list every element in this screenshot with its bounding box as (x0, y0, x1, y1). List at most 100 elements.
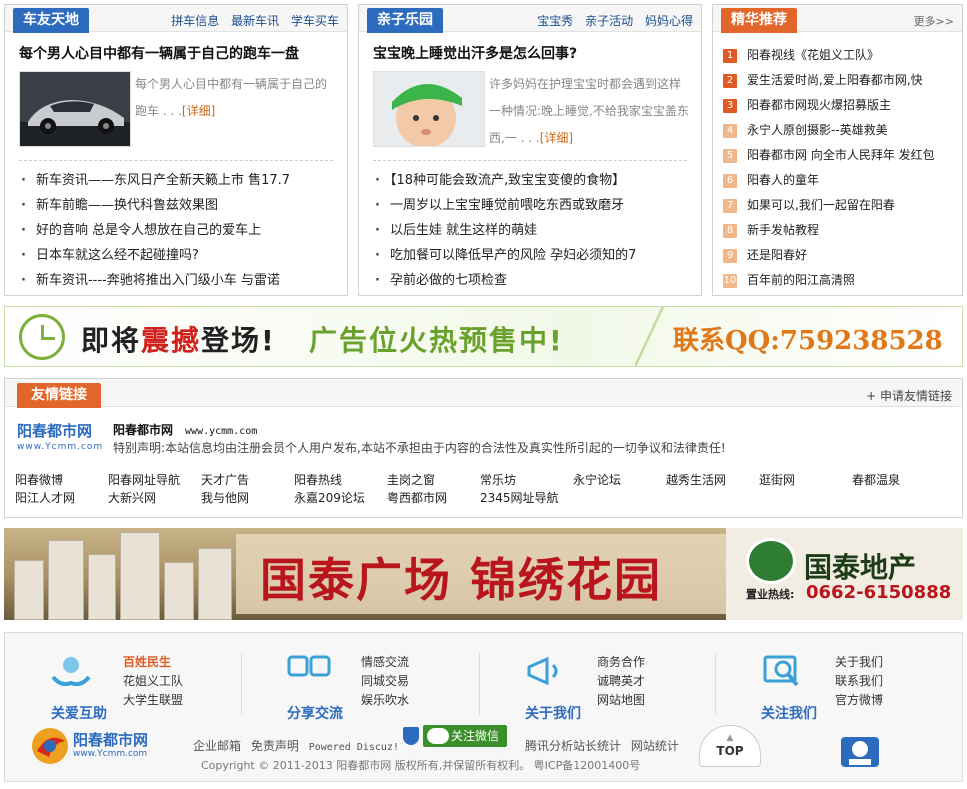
footer-link[interactable]: 花姐义工队 (123, 672, 183, 691)
building-shape (198, 548, 232, 620)
footer-link[interactable]: 联系我们 (835, 672, 883, 691)
friend-link[interactable]: 阳春微博 (15, 471, 108, 488)
list-item[interactable]: 好的音响 总是令人想放在自己的爱车上 (19, 218, 290, 243)
ad-coming-text: 即将震撼登场! (81, 324, 276, 357)
car-summary: 每个男人心目中都有一辆属于自己的跑车 . . .[详细] (135, 77, 328, 118)
car-panel-tab[interactable]: 车友天地 (13, 8, 89, 33)
ad-realestate-title: 国泰广场 锦绣花园 (260, 553, 663, 607)
parent-link-activities[interactable]: 亲子活动 (585, 14, 633, 28)
list-item[interactable]: 8 新手发帖教程 (723, 218, 935, 243)
friend-link[interactable]: 阳春热线 (294, 471, 387, 488)
featured-more-link[interactable]: 更多>> (914, 13, 954, 29)
ad-hotline-number: 0662-6150888 (806, 582, 952, 603)
list-item[interactable]: 2 爱生活爱时尚,爱上阳春都市网,快 (723, 68, 935, 93)
friend-link[interactable]: 2345网址导航 (480, 489, 573, 506)
footer-link[interactable]: 诚聘英才 (597, 672, 645, 691)
disclaimer-link[interactable]: 免责声明 (251, 739, 299, 753)
site-name: 阳春都市网 www.ycmm.com (113, 423, 258, 437)
friend-link[interactable]: 永嘉209论坛 (294, 489, 387, 506)
friend-link[interactable]: 逛街网 (759, 471, 852, 488)
back-to-top-button[interactable]: ▲ TOP (699, 725, 761, 767)
friend-link[interactable]: 永宁论坛 (573, 471, 666, 488)
ad-banner-presale[interactable]: 即将震撼登场! 广告位火热预售中! 联系QQ:759238528 (4, 306, 963, 367)
footer-logo-url: www.Ycmm.com (73, 749, 148, 759)
helping-hands-icon (51, 657, 91, 687)
car-thumbnail[interactable] (19, 71, 131, 147)
list-item[interactable]: 一周岁以上宝宝睡觉前喂吃东西或致磨牙 (373, 193, 636, 218)
list-item[interactable]: 吃加餐可以降低早产的风险 孕妇必须知的7 (373, 243, 636, 268)
footer-link[interactable]: 网站地图 (597, 691, 645, 710)
baby-thumbnail[interactable] (373, 71, 485, 147)
friend-link[interactable]: 越秀生活网 (666, 471, 759, 488)
site-logo[interactable]: 阳春都市网 www.Ycmm.com (17, 423, 103, 455)
list-item[interactable]: 5 阳春都市网 向全市人民拜年 发红包 (723, 143, 935, 168)
list-item[interactable]: 孕前必做的七项检查 (373, 268, 636, 293)
list-item[interactable]: 新车资讯——东风日产全新天籁上市 售17.7 (19, 168, 290, 193)
car-headline[interactable]: 每个男人心目中都有一辆属于自己的跑车一盘 (19, 43, 299, 63)
powered-by-link[interactable]: Powered Discuz! (309, 742, 399, 753)
footer-link[interactable]: 官方微博 (835, 691, 883, 710)
footer-link[interactable]: 大学生联盟 (123, 691, 183, 710)
footer-links: 情感交流 同城交易 娱乐吹水 (361, 653, 409, 710)
list-item[interactable]: 6 阳春人的童年 (723, 168, 935, 193)
footer-group-label[interactable]: 关爱互助 (51, 703, 107, 723)
list-item[interactable]: 9 还是阳春好 (723, 243, 935, 268)
divider (241, 653, 242, 715)
rank-badge: 6 (723, 173, 737, 188)
list-item[interactable]: 7 如果可以,我们一起留在阳春 (723, 193, 935, 218)
security-shield-icon[interactable] (403, 727, 419, 745)
footer-link[interactable]: 关于我们 (835, 653, 883, 672)
ad-banner-realestate[interactable]: 国泰广场 锦绣花园 国泰地产 置业热线: 0662-6150888 (4, 528, 963, 620)
featured-panel-tab[interactable]: 精华推荐 (721, 8, 797, 33)
friend-link[interactable]: 常乐坊 (480, 471, 573, 488)
friend-link[interactable]: 圭岗之窗 (387, 471, 480, 488)
disclaimer-text: 特别声明:本站信息均由注册会员个人用户发布,本站不承担由于内容的合法性及真实性所… (113, 441, 726, 455)
footer-group-label[interactable]: 关注我们 (761, 703, 817, 723)
friend-link[interactable]: 大新兴网 (108, 489, 201, 506)
follow-wechat-button[interactable]: 关注微信 (423, 725, 507, 747)
list-item[interactable]: 10 百年前的阳江高清照 (723, 268, 935, 293)
car-panel: 车友天地 拼车信息 最新车讯 学车买车 每个男人心目中都有一辆属于自己的跑车一盘… (4, 4, 348, 296)
parent-panel-tab[interactable]: 亲子乐园 (367, 8, 443, 33)
ad-presale-text: 广告位火热预售中! (309, 324, 564, 357)
tencent-stats-link[interactable]: 腾讯分析站长统计 (525, 739, 621, 753)
friend-link[interactable]: 天才广告 (201, 471, 294, 488)
enterprise-mail-link[interactable]: 企业邮箱 (193, 739, 241, 753)
footer-logo[interactable]: 阳春都市网 www.Ycmm.com (29, 725, 174, 767)
friend-link[interactable]: 春都温泉 (852, 471, 945, 488)
friend-link[interactable]: 阳春网址导航 (108, 471, 201, 488)
copyright-text: Copyright © 2011-2013 阳春都市网 版权所有,并保留所有权利… (201, 759, 641, 772)
list-item[interactable]: 以后生娃 就生这样的萌娃 (373, 218, 636, 243)
footer-group-label[interactable]: 分享交流 (287, 703, 343, 723)
list-item[interactable]: 【18种可能会致流产,致宝宝变傻的食物】 (373, 168, 636, 193)
parent-headline[interactable]: 宝宝晚上睡觉出汗多是怎么回事? (373, 43, 577, 63)
parent-link-baby-show[interactable]: 宝宝秀 (537, 14, 573, 28)
parent-more-link[interactable]: [详细] (540, 131, 573, 145)
list-item[interactable]: 新车前瞻——换代科鲁兹效果图 (19, 193, 290, 218)
parent-link-tips[interactable]: 妈妈心得 (645, 14, 693, 28)
footer-link[interactable]: 商务合作 (597, 653, 645, 672)
footer-link[interactable]: 情感交流 (361, 653, 409, 672)
list-item[interactable]: 4 永宁人原创摄影--英雄救美 (723, 118, 935, 143)
car-link-learn[interactable]: 学车买车 (291, 14, 339, 28)
footer-link[interactable]: 同城交易 (361, 672, 409, 691)
clock-icon (19, 314, 65, 360)
footer-link[interactable]: 百姓民生 (123, 653, 183, 672)
friend-link[interactable]: 阳江人才网 (15, 489, 108, 506)
car-link-carpool[interactable]: 拼车信息 (171, 14, 219, 28)
site-stats-link[interactable]: 网站统计 (631, 739, 679, 753)
friend-links-tab[interactable]: 友情链接 (17, 383, 101, 408)
rank-badge: 2 (723, 73, 737, 88)
police-badge-icon[interactable] (835, 729, 885, 773)
friend-link[interactable]: 粤西都市网 (387, 489, 480, 506)
list-item[interactable]: 新车资讯----奔驰将推出入门级小车 与雷诺 (19, 268, 290, 293)
list-item[interactable]: 日本车就这么经不起碰撞吗? (19, 243, 290, 268)
list-item[interactable]: 1 阳春视线《花姐义工队》 (723, 43, 935, 68)
list-item[interactable]: 3 阳春都市网现火爆招募版主 (723, 93, 935, 118)
car-link-news[interactable]: 最新车讯 (231, 14, 279, 28)
footer-group-label[interactable]: 关于我们 (525, 703, 581, 723)
apply-link-button[interactable]: + 申请友情链接 (866, 387, 952, 404)
car-more-link[interactable]: [详细] (182, 104, 215, 118)
footer-link[interactable]: 娱乐吹水 (361, 691, 409, 710)
friend-link[interactable]: 我与他网 (201, 489, 294, 506)
